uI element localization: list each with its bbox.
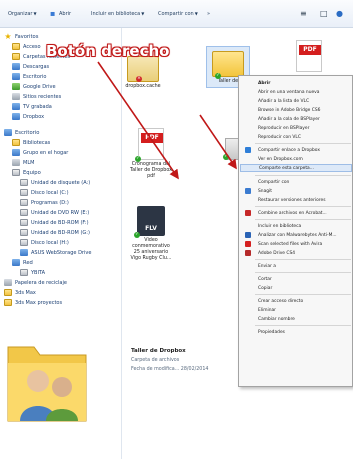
arrow-to-share-folder xyxy=(199,114,237,170)
arrow-to-pdf xyxy=(97,61,179,180)
annotation-label: Botón derecho xyxy=(46,42,170,60)
annotation-arrows xyxy=(97,61,237,180)
